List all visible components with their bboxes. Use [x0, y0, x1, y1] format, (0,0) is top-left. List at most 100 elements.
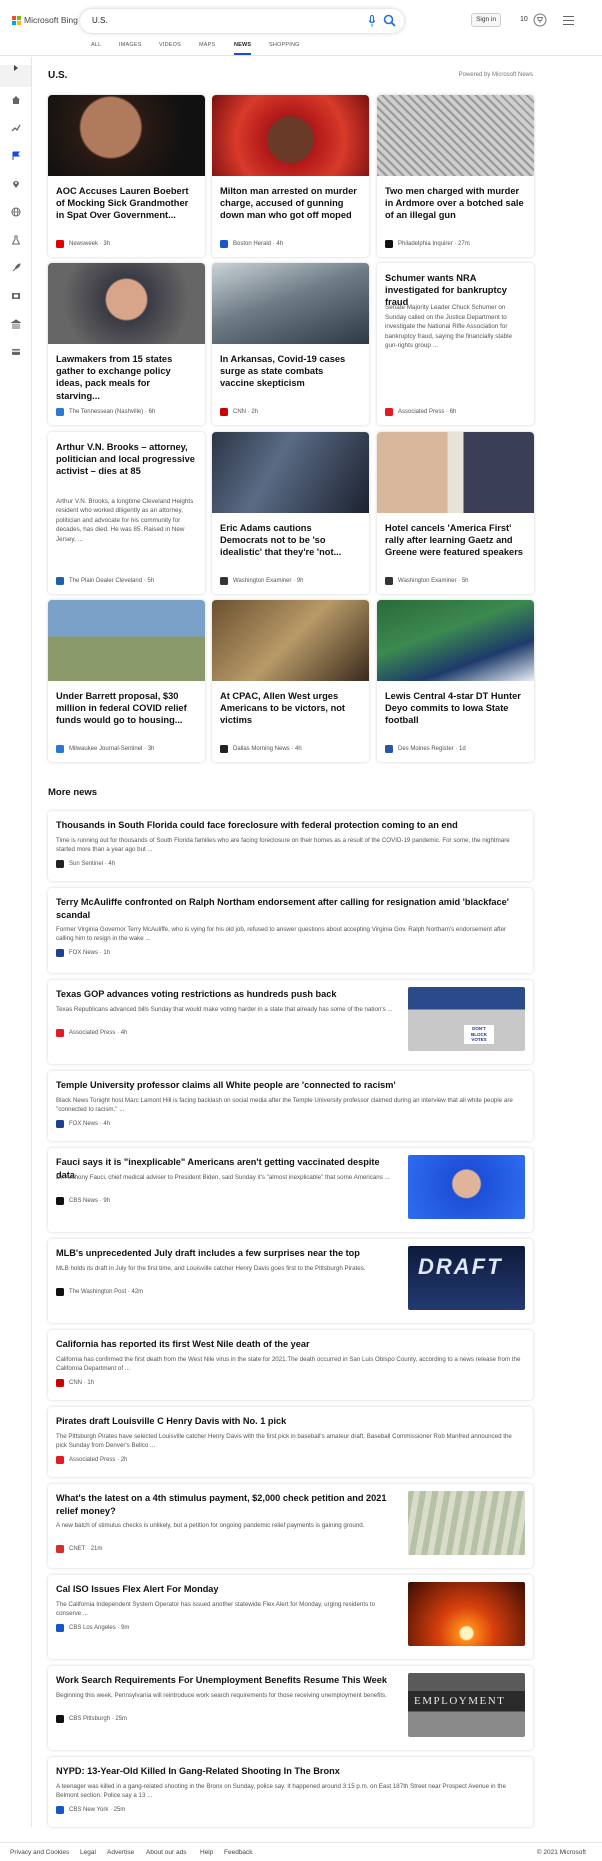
search-input[interactable]: U.S. [92, 16, 108, 25]
bank-icon[interactable] [11, 319, 21, 329]
news-source[interactable]: CBS Pittsburgh · 25m [56, 1714, 127, 1723]
news-card-barrett[interactable]: Under Barrett proposal, $30 million in f… [48, 600, 205, 762]
news-source[interactable]: FOX News · 4h [56, 1119, 110, 1128]
card-source[interactable]: The Plain Dealer Cleveland · 5h [56, 577, 154, 585]
card-image[interactable] [48, 95, 205, 176]
card-image[interactable] [212, 95, 369, 176]
card-source[interactable]: CNN · 2h [220, 408, 258, 416]
more-news-item-fauci[interactable]: Fauci says it is "inexplicable" American… [48, 1148, 533, 1232]
news-source[interactable]: CNET · 21m [56, 1545, 102, 1554]
search-box[interactable]: U.S. [80, 9, 404, 33]
card-source[interactable]: Associated Press · 6h [385, 408, 456, 416]
card-source[interactable]: The Tennessean (Nashville) · 6h [56, 408, 155, 416]
news-source[interactable]: CBS New York · 25m [56, 1805, 125, 1814]
menu-icon[interactable] [563, 16, 574, 27]
search-icon[interactable] [383, 14, 396, 27]
news-card-deyo[interactable]: Lewis Central 4-star DT Hunter Deyo comm… [377, 600, 534, 762]
footer-link-legal[interactable]: Legal [80, 1849, 96, 1856]
tab-shopping[interactable]: SHOPPING [269, 42, 300, 55]
science-icon[interactable] [11, 235, 21, 245]
card-image[interactable] [377, 95, 534, 176]
tab-images[interactable]: IMAGES [119, 42, 142, 55]
card-image[interactable] [212, 600, 369, 681]
bing-logo[interactable]: Microsoft Bing [12, 15, 78, 25]
more-news-item-mlb-draft[interactable]: MLB's unprecedented July draft includes … [48, 1239, 533, 1323]
card-title[interactable]: Eric Adams cautions Democrats not to be … [220, 522, 360, 559]
news-card-lawmakers[interactable]: Lawmakers from 15 states gather to excha… [48, 263, 205, 425]
news-thumbnail[interactable] [408, 1582, 525, 1646]
more-news-item-flex-alert[interactable]: Cal ISO Issues Flex Alert For Monday The … [48, 1575, 533, 1659]
news-title[interactable]: Texas GOP advances voting restrictions a… [56, 988, 396, 1001]
news-card-hotel[interactable]: Hotel cancels 'America First' rally afte… [377, 432, 534, 594]
card-title[interactable]: Lawmakers from 15 states gather to excha… [56, 353, 196, 402]
news-title[interactable]: Work Search Requirements For Unemploymen… [56, 1674, 396, 1687]
card-image[interactable] [377, 432, 534, 513]
rewards-count[interactable]: 10 [520, 16, 528, 23]
news-card-milton[interactable]: Milton man arrested on murder charge, ac… [212, 95, 369, 257]
card-title[interactable]: Arthur V.N. Brooks – attorney, politicia… [56, 441, 196, 478]
card-source[interactable]: Newsweek · 3h [56, 240, 110, 248]
card-source[interactable]: Washington Examiner · 5h [385, 577, 469, 585]
more-news-item-mcauliffe[interactable]: Terry McAuliffe confronted on Ralph Nort… [48, 888, 533, 973]
more-news-item-west-nile[interactable]: California has reported its first West N… [48, 1330, 533, 1400]
news-thumbnail[interactable] [408, 1155, 525, 1219]
microphone-icon[interactable] [368, 15, 376, 27]
card-image[interactable] [212, 432, 369, 513]
news-title[interactable]: Terry McAuliffe confronted on Ralph Nort… [56, 896, 521, 921]
news-title[interactable]: Temple University professor claims all W… [56, 1079, 521, 1092]
flag-icon[interactable] [11, 151, 21, 161]
news-card-schumer[interactable]: Schumer wants NRA investigated for bankr… [377, 263, 534, 425]
card-title[interactable]: Under Barrett proposal, $30 million in f… [56, 690, 196, 727]
rewards-icon[interactable] [533, 13, 547, 27]
location-icon[interactable] [11, 179, 21, 189]
powered-by[interactable]: Powered by Microsoft News [459, 72, 533, 78]
footer-link-help[interactable]: Help [200, 1849, 213, 1856]
card-title[interactable]: In Arkansas, Covid-19 cases surge as sta… [220, 353, 360, 390]
card-source[interactable]: Washington Examiner · 9h [220, 577, 304, 585]
news-source[interactable]: The Washington Post · 42m [56, 1287, 143, 1296]
menu-expand-icon[interactable] [0, 65, 31, 87]
news-card-ardmore[interactable]: Two men charged with murder in Ardmore o… [377, 95, 534, 257]
card-source[interactable]: Dallas Morning News · 4h [220, 745, 302, 753]
card-source[interactable]: Milwaukee Journal-Sentinel · 3h [56, 745, 154, 753]
news-card-aoc[interactable]: AOC Accuses Lauren Boebert of Mocking Si… [48, 95, 205, 257]
news-title[interactable]: MLB's unprecedented July draft includes … [56, 1247, 396, 1260]
news-thumbnail[interactable] [408, 1491, 525, 1555]
card-source[interactable]: Philadelphia Inquirer · 27m [385, 240, 470, 248]
news-title[interactable]: NYPD: 13-Year-Old Killed In Gang-Related… [56, 1765, 521, 1778]
card-title[interactable]: At CPAC, Allen West urges Americans to b… [220, 690, 360, 727]
news-source[interactable]: CNN · 1h [56, 1378, 94, 1387]
news-card-adams[interactable]: Eric Adams cautions Democrats not to be … [212, 432, 369, 594]
rocket-icon[interactable] [11, 263, 21, 273]
card-icon[interactable] [11, 347, 21, 357]
more-news-item-nypd[interactable]: NYPD: 13-Year-Old Killed In Gang-Related… [48, 1757, 533, 1827]
card-title[interactable]: Milton man arrested on murder charge, ac… [220, 185, 360, 222]
more-news-item-texas-gop[interactable]: Texas GOP advances voting restrictions a… [48, 980, 533, 1064]
card-image[interactable] [212, 263, 369, 344]
sign-in-button[interactable]: Sign in [471, 13, 501, 27]
card-title[interactable]: AOC Accuses Lauren Boebert of Mocking Si… [56, 185, 196, 222]
more-news-item-temple[interactable]: Temple University professor claims all W… [48, 1071, 533, 1141]
globe-icon[interactable] [11, 207, 21, 217]
tab-videos[interactable]: VIDEOS [159, 42, 181, 55]
news-title[interactable]: California has reported its first West N… [56, 1338, 521, 1351]
news-title[interactable]: Cal ISO Issues Flex Alert For Monday [56, 1583, 396, 1596]
news-card-cpac[interactable]: At CPAC, Allen West urges Americans to b… [212, 600, 369, 762]
news-card-arkansas[interactable]: In Arkansas, Covid-19 cases surge as sta… [212, 263, 369, 425]
more-news-item-foreclosure[interactable]: Thousands in South Florida could face fo… [48, 811, 533, 881]
footer-link-feedback[interactable]: Feedback [224, 1849, 253, 1856]
news-thumbnail[interactable]: EMPLOYMENT [408, 1673, 525, 1737]
more-news-item-pirates[interactable]: Pirates draft Louisville C Henry Davis w… [48, 1407, 533, 1477]
card-image[interactable] [48, 600, 205, 681]
news-title[interactable]: What's the latest on a 4th stimulus paym… [56, 1492, 396, 1517]
news-source[interactable]: CBS News · 9h [56, 1196, 110, 1205]
more-news-item-work-search[interactable]: Work Search Requirements For Unemploymen… [48, 1666, 533, 1750]
news-thumbnail[interactable]: DRAFT [408, 1246, 525, 1310]
news-source[interactable]: Associated Press · 4h [56, 1028, 127, 1037]
tab-all[interactable]: ALL [91, 42, 101, 55]
news-title[interactable]: Pirates draft Louisville C Henry Davis w… [56, 1415, 521, 1428]
card-title[interactable]: Lewis Central 4-star DT Hunter Deyo comm… [385, 690, 525, 727]
news-title[interactable]: Thousands in South Florida could face fo… [56, 819, 521, 832]
news-source[interactable]: Associated Press · 2h [56, 1455, 127, 1464]
card-image[interactable] [48, 263, 205, 344]
